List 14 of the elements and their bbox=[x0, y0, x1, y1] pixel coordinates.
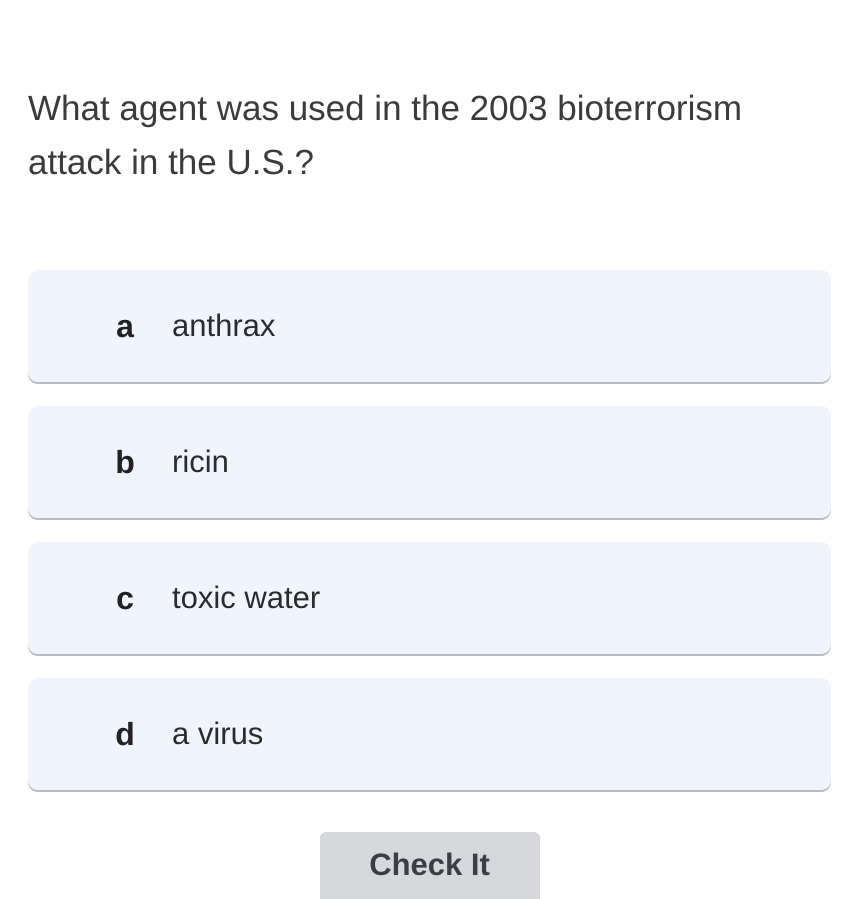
answer-option[interactable]: c toxic water bbox=[28, 542, 831, 654]
option-text: ricin bbox=[172, 444, 229, 480]
option-letter: c bbox=[115, 580, 135, 616]
option-text: a virus bbox=[172, 716, 264, 752]
option-text: anthrax bbox=[172, 308, 276, 344]
answer-option[interactable]: b ricin bbox=[28, 406, 831, 518]
answer-option[interactable]: a anthrax bbox=[28, 270, 831, 382]
option-letter: d bbox=[114, 716, 136, 752]
check-button[interactable]: Check It bbox=[320, 832, 540, 899]
option-letter: a bbox=[115, 308, 136, 344]
question-text: What agent was used in the 2003 bioterrorism attack in the U.S.? bbox=[28, 88, 743, 184]
option-letter: b bbox=[114, 444, 136, 480]
option-text: toxic water bbox=[172, 580, 320, 616]
answer-option[interactable]: d a virus bbox=[28, 678, 831, 790]
